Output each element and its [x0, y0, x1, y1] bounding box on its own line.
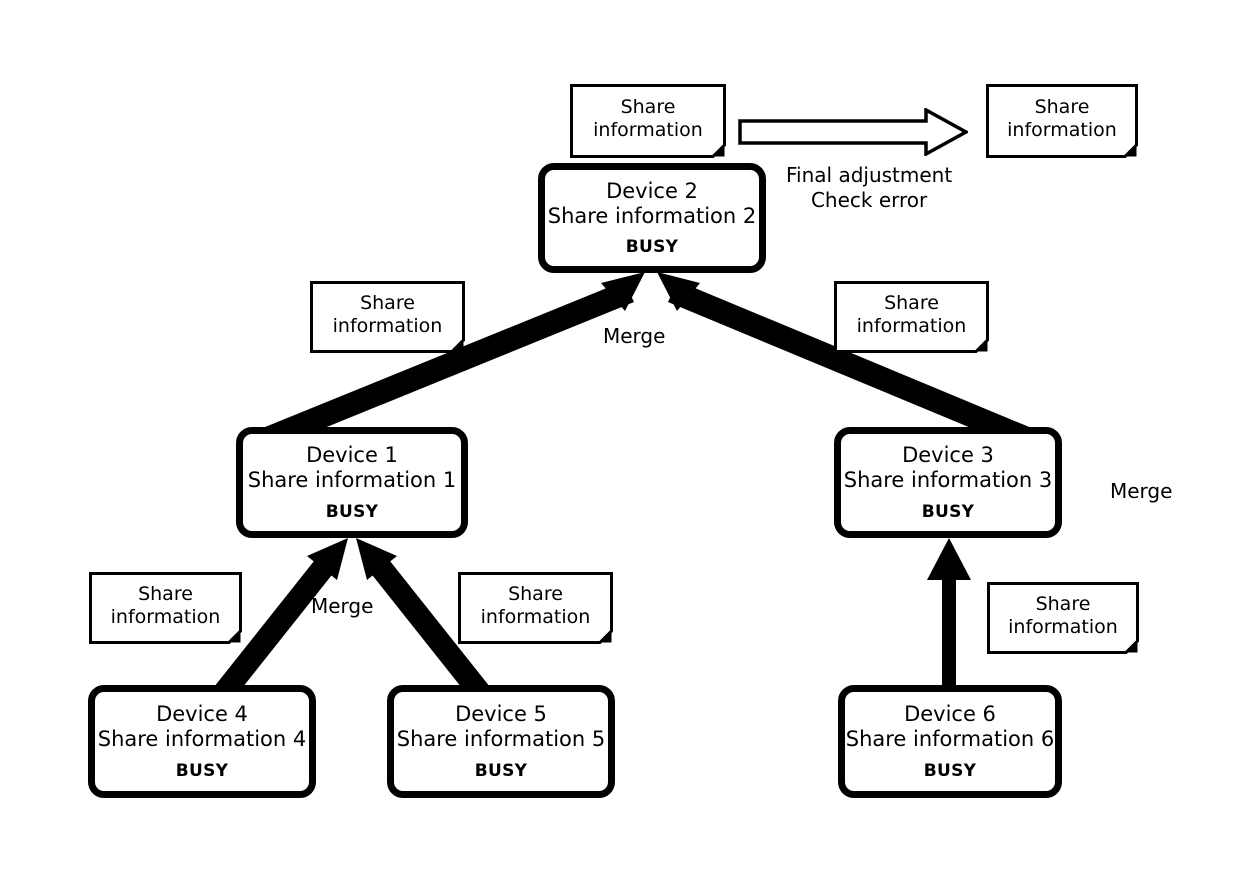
share-information-note: Share information	[986, 84, 1138, 158]
device-title: Device 5	[455, 702, 547, 727]
device-title: Device 6	[904, 702, 996, 727]
device-share-info: Share information 3	[843, 468, 1053, 492]
note-line-1: Share	[1035, 593, 1091, 616]
note-line-2: information	[332, 315, 443, 337]
final-adjustment-arrow	[738, 107, 970, 157]
device-share-info: Share information 1	[247, 468, 457, 492]
note-line-1: Share	[1034, 96, 1090, 119]
label-merge-right: Merge	[1110, 479, 1173, 503]
note-text: Share information	[89, 572, 242, 644]
note-line-1: Share	[138, 583, 193, 606]
device-node-device-1[interactable]: Device 1 Share information 1 BUSY	[236, 427, 468, 538]
device-status-badge: BUSY	[625, 237, 679, 258]
note-line-2: information	[1007, 119, 1117, 141]
device-status-badge: BUSY	[325, 501, 379, 522]
device-status-badge: BUSY	[921, 501, 975, 522]
note-line-1: Share	[884, 292, 939, 315]
note-line-1: Share	[508, 583, 563, 606]
note-text: Share information	[987, 582, 1139, 654]
final-adjustment-label: Final adjustment Check error	[786, 163, 952, 213]
share-information-note: Share information	[458, 572, 613, 644]
note-line-1: Share	[360, 292, 415, 315]
device-status-badge: BUSY	[923, 760, 977, 781]
device-node-device-2[interactable]: Device 2 Share information 2 BUSY	[538, 163, 766, 273]
final-adjustment-line1: Final adjustment	[786, 163, 953, 187]
device-title: Device 2	[606, 178, 698, 203]
device-share-info: Share information 2	[547, 203, 757, 228]
note-line-1: Share	[620, 96, 676, 119]
share-information-note: Share information	[570, 84, 726, 158]
device-node-device-6[interactable]: Device 6 Share information 6 BUSY	[838, 685, 1062, 798]
device-title: Device 1	[306, 443, 398, 468]
note-text: Share information	[834, 281, 989, 353]
device-node-device-5[interactable]: Device 5 Share information 5 BUSY	[387, 685, 615, 798]
share-information-note: Share information	[987, 582, 1139, 654]
diagram-canvas: Device 2 Share information 2 BUSY Device 1S…	[0, 0, 1240, 890]
note-text: Share information	[310, 281, 465, 353]
device-node-device-4[interactable]: Device 4 Share information 4 BUSY	[88, 685, 316, 798]
note-line-2: information	[593, 119, 703, 141]
device-status-badge: BUSY	[175, 760, 229, 781]
device-share-info: Share information 6	[845, 727, 1055, 751]
label-merge-top: Merge	[603, 324, 666, 348]
note-line-2: information	[856, 315, 967, 337]
device-title: Device 4	[156, 702, 248, 727]
share-information-note: Share information	[310, 281, 465, 353]
share-information-note: Share information	[89, 572, 242, 644]
block-arrow-shape	[738, 107, 970, 157]
device-share-info: Share information 4	[97, 727, 307, 751]
final-adjustment-line2: Check error	[810, 188, 928, 212]
note-line-2: information	[1008, 616, 1118, 638]
edge-device6-device3	[927, 538, 971, 694]
note-line-2: information	[480, 606, 591, 628]
share-information-note: Share information	[834, 281, 989, 353]
note-text: Share information	[570, 84, 726, 158]
device-status-badge: BUSY	[474, 760, 528, 781]
device-node-device-3[interactable]: Device 3 Share information 3 BUSY	[834, 427, 1062, 538]
device-title: Device 3	[902, 443, 994, 468]
label-merge-left: Merge	[311, 594, 374, 618]
device-share-info: Share information 5	[396, 727, 606, 751]
note-text: Share information	[986, 84, 1138, 158]
note-line-2: information	[110, 606, 221, 628]
note-text: Share information	[458, 572, 613, 644]
